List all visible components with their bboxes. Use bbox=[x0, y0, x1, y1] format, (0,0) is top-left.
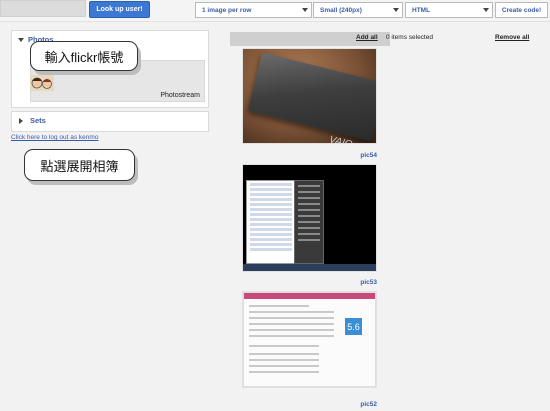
photo-caption[interactable]: pic52 bbox=[300, 401, 377, 408]
chevron-down-icon bbox=[393, 8, 399, 12]
remove-all-link[interactable]: Remove all bbox=[495, 34, 529, 41]
photo-caption[interactable]: pic53 bbox=[300, 279, 377, 286]
avatar bbox=[30, 75, 54, 91]
taskbar bbox=[243, 264, 376, 271]
start-menu-left bbox=[246, 180, 296, 264]
collapse-triangle-icon[interactable] bbox=[19, 118, 23, 124]
callout-enter-account: 輸入flickr帳號 bbox=[30, 41, 138, 71]
chevron-down-icon bbox=[302, 8, 308, 12]
create-code-button[interactable]: Create code! bbox=[495, 2, 548, 18]
add-all-link[interactable]: Add all bbox=[356, 34, 378, 41]
format-select[interactable]: HTML bbox=[405, 2, 493, 18]
size-select-value: Small (240px) bbox=[320, 6, 362, 14]
username-input[interactable] bbox=[0, 0, 86, 17]
photo-caption[interactable]: pic54 bbox=[300, 152, 377, 159]
photo-laptop-image[interactable]: VAIO bbox=[243, 49, 376, 143]
expand-triangle-icon[interactable] bbox=[18, 38, 24, 42]
laptop-shape bbox=[247, 52, 376, 142]
layout-select[interactable]: 1 image per row bbox=[195, 2, 312, 18]
look-up-user-button[interactable]: Look up user! bbox=[89, 1, 150, 18]
chevron-down-icon bbox=[483, 8, 489, 12]
layout-select-value: 1 image per row bbox=[202, 6, 252, 14]
window-title-bar bbox=[244, 293, 375, 299]
photostream-label: Photostream bbox=[160, 92, 200, 99]
logout-link[interactable]: Click here to log out as kenmo bbox=[11, 134, 98, 141]
format-select-value: HTML bbox=[412, 6, 431, 14]
selected-count: 0 items selected bbox=[386, 34, 433, 41]
photo-startmenu-image[interactable] bbox=[243, 165, 376, 271]
callout-expand-album: 點選展開相簿 bbox=[24, 149, 135, 181]
sets-section-title[interactable]: Sets bbox=[30, 116, 46, 125]
score-badge: 5.6 bbox=[345, 318, 362, 335]
start-menu-right bbox=[294, 180, 324, 264]
photo-performance-screen-image[interactable]: 5.6 bbox=[243, 292, 376, 387]
size-select[interactable]: Small (240px) bbox=[313, 2, 403, 18]
